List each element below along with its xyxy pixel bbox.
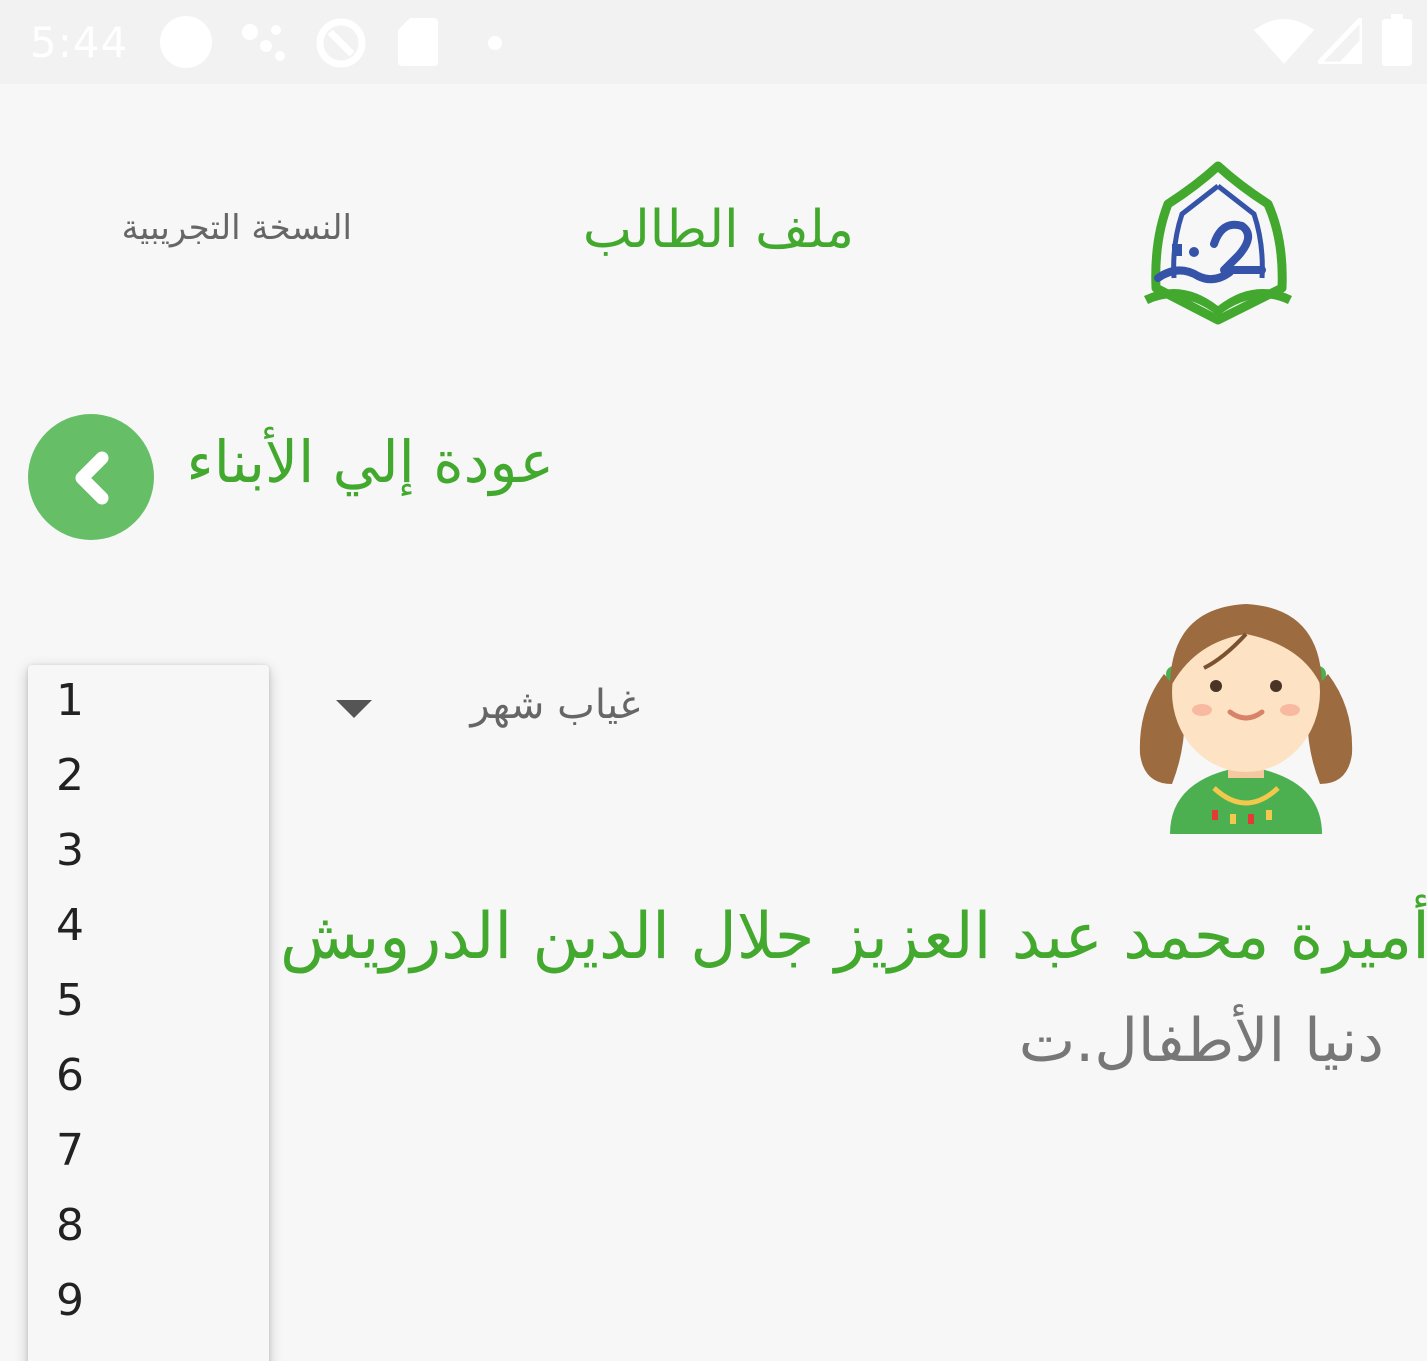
month-option[interactable]: 9 [28,1265,269,1340]
screen: 5:44 النسخة التجريبية ملف الطالب عودة إل… [0,0,1427,1361]
page-title: ملف الطالب [582,200,854,260]
month-option[interactable]: 3 [28,815,269,890]
back-to-children-link[interactable]: عودة إلي الأبناء [170,428,554,496]
battery-icon [1382,14,1412,66]
month-option[interactable]: 5 [28,965,269,1040]
wifi-icon [1254,19,1314,64]
chevron-left-icon [75,451,109,505]
month-option[interactable]: 2 [28,740,269,815]
trial-version-label: النسخة التجريبية [121,208,352,248]
sync-icon [316,18,366,68]
dropdown-arrow-icon [336,700,372,718]
status-bar: 5:44 [0,0,1427,84]
month-absence-label: غياب شهر [470,682,640,728]
girl-avatar-icon [1139,604,1353,834]
month-option[interactable]: 6 [28,1040,269,1115]
school-name: دنيا الأطفال.ت [1018,1006,1384,1076]
month-option[interactable]: 8 [28,1190,269,1265]
month-option[interactable]: 7 [28,1115,269,1190]
month-option[interactable]: 1 [28,665,269,740]
sd-card-icon [398,18,438,66]
status-time: 5:44 [30,18,129,67]
circle-icon [160,16,212,68]
month-option[interactable]: 4 [28,890,269,965]
kawthar-logo-icon [1144,161,1292,325]
dots-icon [242,24,285,61]
student-name: أميرة محمد عبد العزيز جلال الدين الدرويش [280,900,1427,974]
month-options-list: 1 2 3 4 5 6 7 8 9 [28,665,269,1361]
month-absence-select[interactable]: غياب شهر [320,676,646,742]
dot-icon [488,36,502,50]
cell-signal-icon [1318,18,1362,64]
back-button[interactable] [28,414,154,540]
